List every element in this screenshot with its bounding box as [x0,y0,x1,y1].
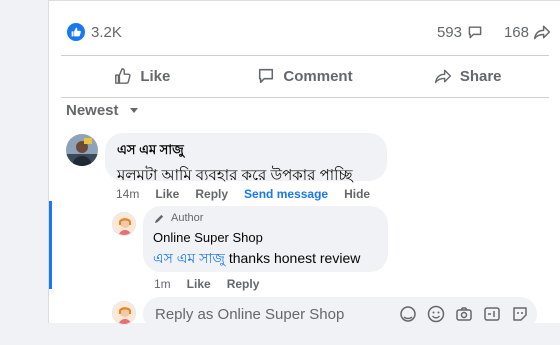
engagement-counts: 593 168 [423,23,551,41]
comment-author-avatar[interactable] [66,134,98,166]
author-avatar[interactable] [112,212,136,236]
comment-author-name[interactable]: এস এম সাজু [117,141,375,162]
pencil-icon [153,212,165,224]
comment-button[interactable]: Comment [224,59,387,93]
comment-button-label: Comment [283,67,353,85]
comment-count[interactable]: 593 [437,23,484,41]
comment-count-value: 593 [436,23,462,41]
sticker-icon[interactable] [511,305,529,323]
share-count[interactable]: 168 [504,23,551,41]
share-button[interactable]: Share [386,59,549,93]
reaction-count-bar: 3.2K 593 168 [49,1,560,53]
reply-timestamp[interactable]: 1m [154,277,171,291]
comment-like-link[interactable]: Like [155,187,179,201]
share-count-value: 168 [503,23,529,41]
reply-author-name[interactable]: Online Super Shop [153,230,378,245]
reply-message: thanks honest review [228,250,361,266]
reply-input[interactable]: Reply as Online Super Shop [143,297,537,331]
replying-as-avatar[interactable] [112,301,136,325]
author-badge: Author [153,212,378,224]
comment-text: মলমটা আমি ব্যবহার করে উপকার পাচ্ছি [117,167,353,184]
comment-timestamp[interactable]: 14m [116,187,139,201]
reply-text: এস এম সাজু thanks honest review [153,247,378,271]
like-count[interactable]: 3.2K [67,23,122,41]
like-button[interactable]: Like [61,59,224,93]
reply-reply-link[interactable]: Reply [227,277,260,291]
like-badge-icon [67,23,85,41]
camera-icon[interactable] [455,305,473,323]
reply-mention[interactable]: এস এম সাজু [153,250,225,266]
post-card: 3.2K 593 168 Like Comment Share Newest এ… [48,0,560,331]
like-button-label: Like [140,67,171,85]
share-count-icon [533,23,551,41]
comment-icon [257,67,275,85]
sort-label: Newest [66,101,119,119]
hide-link[interactable]: Hide [344,187,370,201]
like-count-value: 3.2K [91,23,122,41]
divider-bottom [61,97,549,98]
thread-indicator [49,201,52,289]
share-icon [434,67,452,85]
avatar-sticker-icon[interactable] [399,305,417,323]
comment-count-icon [466,23,484,41]
share-button-label: Share [459,67,502,85]
send-message-link[interactable]: Send message [244,187,328,201]
gif-icon[interactable] [483,305,501,323]
dropdown-caret-icon [125,101,143,119]
reply-like-link[interactable]: Like [187,277,211,291]
emoji-icon[interactable] [427,305,445,323]
action-bar: Like Comment Share [61,59,549,93]
reply-actions: 1m Like Reply [154,277,259,291]
author-badge-label: Author [171,212,204,224]
divider-top [61,55,549,56]
comment-actions: 14m Like Reply Send message Hide [116,187,370,201]
reply-input-placeholder: Reply as Online Super Shop [155,305,345,323]
thumb-up-icon [114,67,132,85]
comment-reply-link[interactable]: Reply [195,187,228,201]
sort-dropdown[interactable]: Newest [66,101,143,119]
reply-bubble: Author Online Super Shop এস এম সাজু than… [143,206,388,272]
composer-tools [399,305,529,323]
comment-bubble: এস এম সাজু মলমটা আমি ব্যবহার করে উপকার প… [105,133,387,184]
